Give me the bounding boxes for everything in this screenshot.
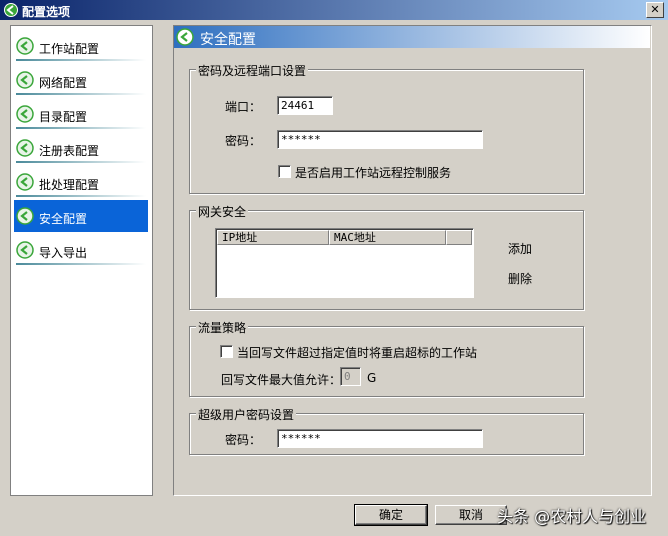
sidebar-item-label: 批处理配置 <box>39 178 100 192</box>
sidebar-item-registry[interactable]: 注册表配置 <box>14 134 148 164</box>
settings-panel: 安全配置 密码及远程端口设置 端口： 密码： 是否启用工作站远程控制服务 网关安… <box>173 25 652 496</box>
port-input[interactable] <box>277 96 333 115</box>
title-bar[interactable]: 配置选项 ✕ <box>0 0 668 20</box>
green-circle-arrow-icon <box>16 173 34 194</box>
writeback-max-label: 回写文件最大值允许： <box>221 373 342 387</box>
green-circle-arrow-icon <box>16 207 34 228</box>
superuser-password-label: 密码： <box>225 433 262 447</box>
panel-title: 安全配置 <box>200 32 256 48</box>
config-window: 配置选项 ✕ 工作站配置 网络配置 目录配置 注册表配置 批处理配置 安全配置 … <box>0 0 668 536</box>
sidebar-item-security[interactable]: 安全配置 <box>14 200 148 232</box>
gateway-list[interactable]: IP地址 MAC地址 <box>215 228 474 298</box>
traffic-policy-group: 流量策略 当回写文件超过指定值时将重启超标的工作站 回写文件最大值允许： G <box>189 319 584 397</box>
green-circle-arrow-icon <box>16 37 34 58</box>
superuser-password-group: 超级用户密码设置 密码： <box>189 406 584 455</box>
item-divider <box>16 59 146 61</box>
ok-button[interactable]: 确定 <box>354 504 428 526</box>
column-header-ip[interactable]: IP地址 <box>217 230 329 245</box>
sidebar-item-network[interactable]: 网络配置 <box>14 66 148 96</box>
column-header-mac[interactable]: MAC地址 <box>329 230 446 245</box>
remote-control-label: 是否启用工作站远程控制服务 <box>295 166 452 180</box>
green-circle-arrow-icon <box>16 139 34 160</box>
sidebar-item-workstation[interactable]: 工作站配置 <box>14 32 148 62</box>
remote-control-checkbox[interactable] <box>278 165 291 178</box>
column-header-extra[interactable] <box>446 230 472 245</box>
sidebar: 工作站配置 网络配置 目录配置 注册表配置 批处理配置 安全配置 导入导出 <box>10 25 153 496</box>
item-divider <box>16 263 146 265</box>
sidebar-item-label: 导入导出 <box>39 246 88 260</box>
close-button[interactable]: ✕ <box>646 2 664 18</box>
watermark-text: 头条 @农村人与创业 <box>497 507 647 526</box>
item-divider <box>16 195 146 197</box>
gateway-security-group: 网关安全 IP地址 MAC地址 添加 删除 <box>189 203 584 310</box>
password-input[interactable] <box>277 130 483 149</box>
size-unit: G <box>367 371 377 385</box>
superuser-password-input[interactable] <box>277 429 483 448</box>
group-legend: 密码及远程端口设置 <box>196 62 309 79</box>
sidebar-item-label: 注册表配置 <box>39 144 100 158</box>
item-divider <box>16 161 146 163</box>
close-icon: ✕ <box>650 3 660 16</box>
password-label: 密码： <box>225 134 262 148</box>
panel-header: 安全配置 <box>174 26 650 48</box>
sidebar-item-import-export[interactable]: 导入导出 <box>14 236 148 266</box>
restart-workstation-checkbox[interactable] <box>220 345 233 358</box>
green-circle-arrow-icon <box>16 105 34 126</box>
sidebar-item-label: 工作站配置 <box>39 42 100 56</box>
writeback-max-input <box>340 367 361 386</box>
app-icon <box>3 2 19 21</box>
group-legend: 超级用户密码设置 <box>196 406 297 423</box>
delete-button[interactable]: 删除 <box>508 270 532 287</box>
window-title: 配置选项 <box>22 5 71 19</box>
restart-workstation-label: 当回写文件超过指定值时将重启超标的工作站 <box>237 346 478 360</box>
green-circle-arrow-icon <box>16 241 34 262</box>
add-button[interactable]: 添加 <box>508 240 532 257</box>
sidebar-item-label: 目录配置 <box>39 110 88 124</box>
group-legend: 网关安全 <box>196 203 249 220</box>
port-label: 端口： <box>225 100 262 114</box>
green-circle-arrow-icon <box>16 71 34 92</box>
item-divider <box>16 93 146 95</box>
sidebar-item-directory[interactable]: 目录配置 <box>14 100 148 130</box>
item-divider <box>16 127 146 129</box>
green-circle-arrow-icon <box>176 28 194 49</box>
sidebar-item-batch[interactable]: 批处理配置 <box>14 168 148 198</box>
group-legend: 流量策略 <box>196 319 249 336</box>
password-port-group: 密码及远程端口设置 端口： 密码： 是否启用工作站远程控制服务 <box>189 62 584 194</box>
sidebar-item-label: 网络配置 <box>39 76 88 90</box>
sidebar-item-label: 安全配置 <box>39 212 88 226</box>
